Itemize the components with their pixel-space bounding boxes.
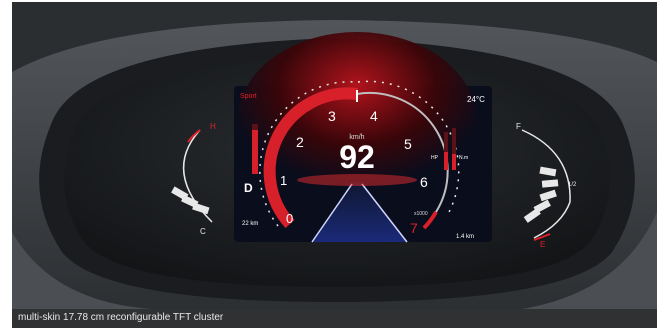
scale-label-5: 5 bbox=[404, 136, 412, 152]
torque-label: N.m bbox=[459, 155, 468, 161]
fuel-full-label: F bbox=[516, 122, 521, 131]
scale-label-1: 1 bbox=[280, 173, 287, 188]
fuel-half-label: 1/2 bbox=[568, 182, 577, 188]
scale-label-7: 7 bbox=[410, 220, 418, 236]
scale-label-6: 6 bbox=[420, 174, 428, 190]
fuel-empty-label: E bbox=[540, 240, 545, 249]
power-label: HP bbox=[431, 155, 439, 161]
speed-readout: 92 bbox=[339, 139, 375, 175]
scale-label-0: 0 bbox=[286, 211, 293, 226]
temperature-hot-label: H bbox=[210, 122, 216, 131]
scale-label-2: 2 bbox=[296, 134, 304, 150]
outside-temperature: 24°C bbox=[467, 95, 485, 104]
photo-caption: multi-skin 17.78 cm reconfigurable TFT c… bbox=[18, 312, 224, 323]
scale-label-3: 3 bbox=[328, 108, 336, 124]
drive-mode-label: Sport bbox=[240, 93, 257, 100]
rpm-multiplier: x1000 bbox=[414, 211, 428, 217]
caption-bar: multi-skin 17.78 cm reconfigurable TFT c… bbox=[12, 309, 657, 328]
temperature-cold-label: C bbox=[200, 227, 206, 236]
cluster-photo: 0 1 2 3 4 5 6 7 x1000 km/h 92 Sport 24°C… bbox=[12, 2, 657, 309]
eco-bar-gauge bbox=[252, 124, 258, 174]
range-readout: 22 km bbox=[242, 221, 258, 227]
photo-frame: 0 1 2 3 4 5 6 7 x1000 km/h 92 Sport 24°C… bbox=[0, 0, 669, 328]
gear-indicator: D bbox=[244, 181, 253, 195]
trip-readout: 1.4 km bbox=[456, 234, 474, 240]
scale-label-4: 4 bbox=[370, 108, 378, 124]
